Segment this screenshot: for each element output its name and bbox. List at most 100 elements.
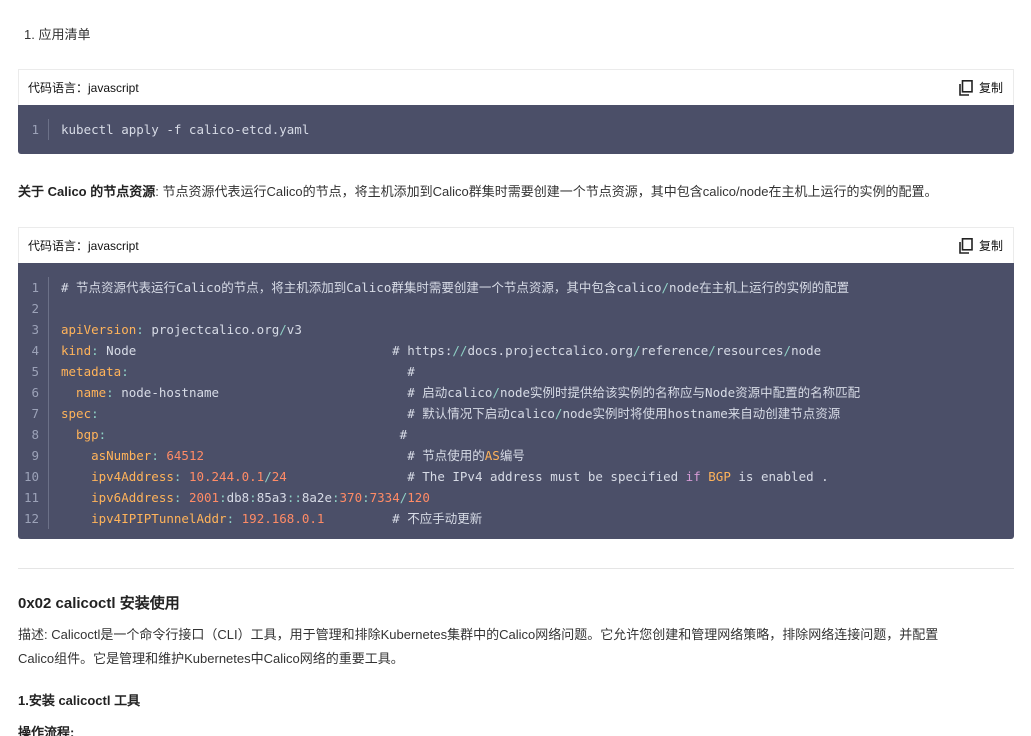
code-token: :	[173, 469, 189, 484]
code-line: 3 apiVersion: projectcalico.org/v3	[18, 319, 1014, 340]
code-token: 64512	[166, 448, 205, 463]
code-line: 8 bgp: #	[18, 424, 1014, 445]
gutter-separator	[48, 119, 49, 140]
line-number: 8	[31, 427, 39, 442]
code-token: #	[407, 364, 415, 379]
code-token: node实例时提供给该实例的名称应与Node资源中配置的名称匹配	[499, 385, 861, 400]
code-token: :	[173, 490, 189, 505]
copy-icon	[959, 79, 973, 96]
code-token: /	[633, 343, 641, 358]
line-number: 12	[23, 511, 39, 526]
line-number: 10	[23, 469, 39, 484]
description-line: 描述: Calicoctl是一个命令行接口（CLI）工具，用于管理和排除Kube…	[18, 627, 939, 642]
gutter-separator	[48, 319, 49, 340]
code-line: 1 # 节点资源代表运行Calico的节点，将主机添加到Calico群集时需要创建…	[18, 277, 1014, 298]
list-item-app-manifest: 1. 应用清单	[24, 27, 91, 42]
code-token: # https:	[392, 343, 453, 358]
code-token: :	[219, 490, 227, 505]
gutter-separator	[48, 340, 49, 361]
code-token: # 默认情况下启动calico	[407, 406, 555, 421]
code-header: 代码语言：javascript 复制	[18, 69, 1014, 105]
code-token: BGP	[708, 469, 731, 484]
code-token: /	[279, 322, 287, 337]
gutter-separator	[48, 277, 49, 298]
code-token: 编号	[499, 448, 525, 463]
code-token: db8	[226, 490, 250, 505]
code-token: 24	[271, 469, 287, 484]
code-block-2: 代码语言：javascript 复制 1 # 节点资源代表运行Calico的节点，…	[18, 227, 1014, 539]
code-text: spec: # 默认情况下启动calico/node实例时将使用hostname…	[61, 403, 1014, 424]
code-token: apiVersion	[61, 322, 137, 337]
code-token: node在主机上运行的实例的配置	[669, 280, 850, 295]
code-token: :	[331, 490, 340, 505]
code-token: projectcalico.org	[151, 322, 280, 337]
code-text: kind: Node # https://docs.projectcalico.…	[61, 340, 1014, 361]
gutter-separator	[48, 466, 49, 487]
copy-icon	[959, 237, 973, 254]
code-line: 6 name: node-hostname # 启动calico/node实例时…	[18, 382, 1014, 403]
gutter-separator	[48, 298, 49, 319]
code-token: :	[249, 490, 257, 505]
code-text: apiVersion: projectcalico.org/v3	[61, 319, 1014, 340]
code-text: bgp: #	[61, 424, 1014, 445]
gutter-separator	[48, 508, 49, 529]
code-token: 10.244.0.1	[188, 469, 265, 484]
code-body: 1 kubectl apply -f calico-etcd.yaml	[18, 105, 1014, 154]
article-page: 1. 应用清单 代码语言：javascript 复制 1 kubectl appl…	[0, 0, 1031, 736]
description-line: Calico组件。它是管理和维护Kubernetes中Calico网络的重要工具…	[18, 651, 404, 666]
code-text: name: node-hostname # 启动calico/node实例时提供…	[61, 382, 1014, 403]
code-language-label: 代码语言：javascript	[28, 81, 139, 95]
code-token: reference	[640, 343, 709, 358]
code-token: kubectl apply -f calico-etcd.yaml	[61, 122, 310, 137]
code-token: /	[708, 343, 716, 358]
code-token: 370	[339, 490, 363, 505]
line-number: 11	[23, 490, 39, 505]
code-token: Node	[106, 343, 393, 358]
section-divider	[18, 568, 1014, 569]
code-token: /	[264, 469, 272, 484]
code-token: if	[685, 469, 701, 484]
line-number: 1	[31, 280, 39, 295]
about-text: : 节点资源代表运行Calico的节点，将主机添加到Calico群集时需要创建一…	[155, 184, 938, 199]
gutter-separator	[48, 403, 49, 424]
code-language-label: 代码语言：javascript	[28, 239, 139, 253]
code-body: 1 # 节点资源代表运行Calico的节点，将主机添加到Calico群集时需要创建…	[18, 263, 1014, 539]
code-token: AS	[484, 448, 500, 463]
code-text: metadata: #	[61, 361, 1014, 382]
code-line: 11 ipv6Address: 2001:db8:85a3::8a2e:370:…	[18, 487, 1014, 508]
code-token: # 不应手动更新	[392, 511, 483, 526]
code-text: # 节点资源代表运行Calico的节点，将主机添加到Calico群集时需要创建一…	[61, 277, 1014, 298]
code-token: kind	[61, 343, 92, 358]
code-token: # 节点使用的	[407, 448, 485, 463]
code-token: ipv4Address	[61, 469, 174, 484]
code-token: 85a3	[256, 490, 287, 505]
code-token: /	[661, 280, 670, 295]
operation-flow-label: 操作流程:	[18, 725, 75, 736]
description-paragraph: 描述: Calicoctl是一个命令行接口（CLI）工具，用于管理和排除Kube…	[18, 623, 1014, 671]
copy-label: 复制	[978, 81, 1003, 95]
code-token: 8a2e	[301, 490, 332, 505]
code-token: :	[151, 448, 167, 463]
line-number: 3	[31, 322, 39, 337]
gutter-separator	[48, 487, 49, 508]
code-token: is enabled .	[730, 469, 829, 484]
copy-button[interactable]: 复制	[959, 237, 1003, 254]
code-token: :	[106, 385, 122, 400]
copy-label: 复制	[978, 239, 1003, 253]
line-number: 7	[31, 406, 39, 421]
code-text: ipv4Address: 10.244.0.1/24 # The IPv4 ad…	[61, 466, 1014, 487]
code-token: # 节点资源代表运行Calico的节点，将主机添加到Calico群集时需要创建一…	[61, 280, 662, 295]
code-token: :	[136, 322, 152, 337]
code-token: 192.168.0.1	[241, 511, 325, 526]
code-token: //	[452, 343, 468, 358]
line-number: 4	[31, 343, 39, 358]
code-token: node-hostname	[121, 385, 408, 400]
copy-button[interactable]: 复制	[959, 79, 1003, 96]
code-token: asNumber	[61, 448, 152, 463]
about-strong: 关于 Calico 的节点资源	[18, 184, 156, 199]
line-number: 6	[31, 385, 39, 400]
code-token: node	[791, 343, 822, 358]
code-text: ipv6Address: 2001:db8:85a3::8a2e:370:733…	[61, 487, 1014, 508]
